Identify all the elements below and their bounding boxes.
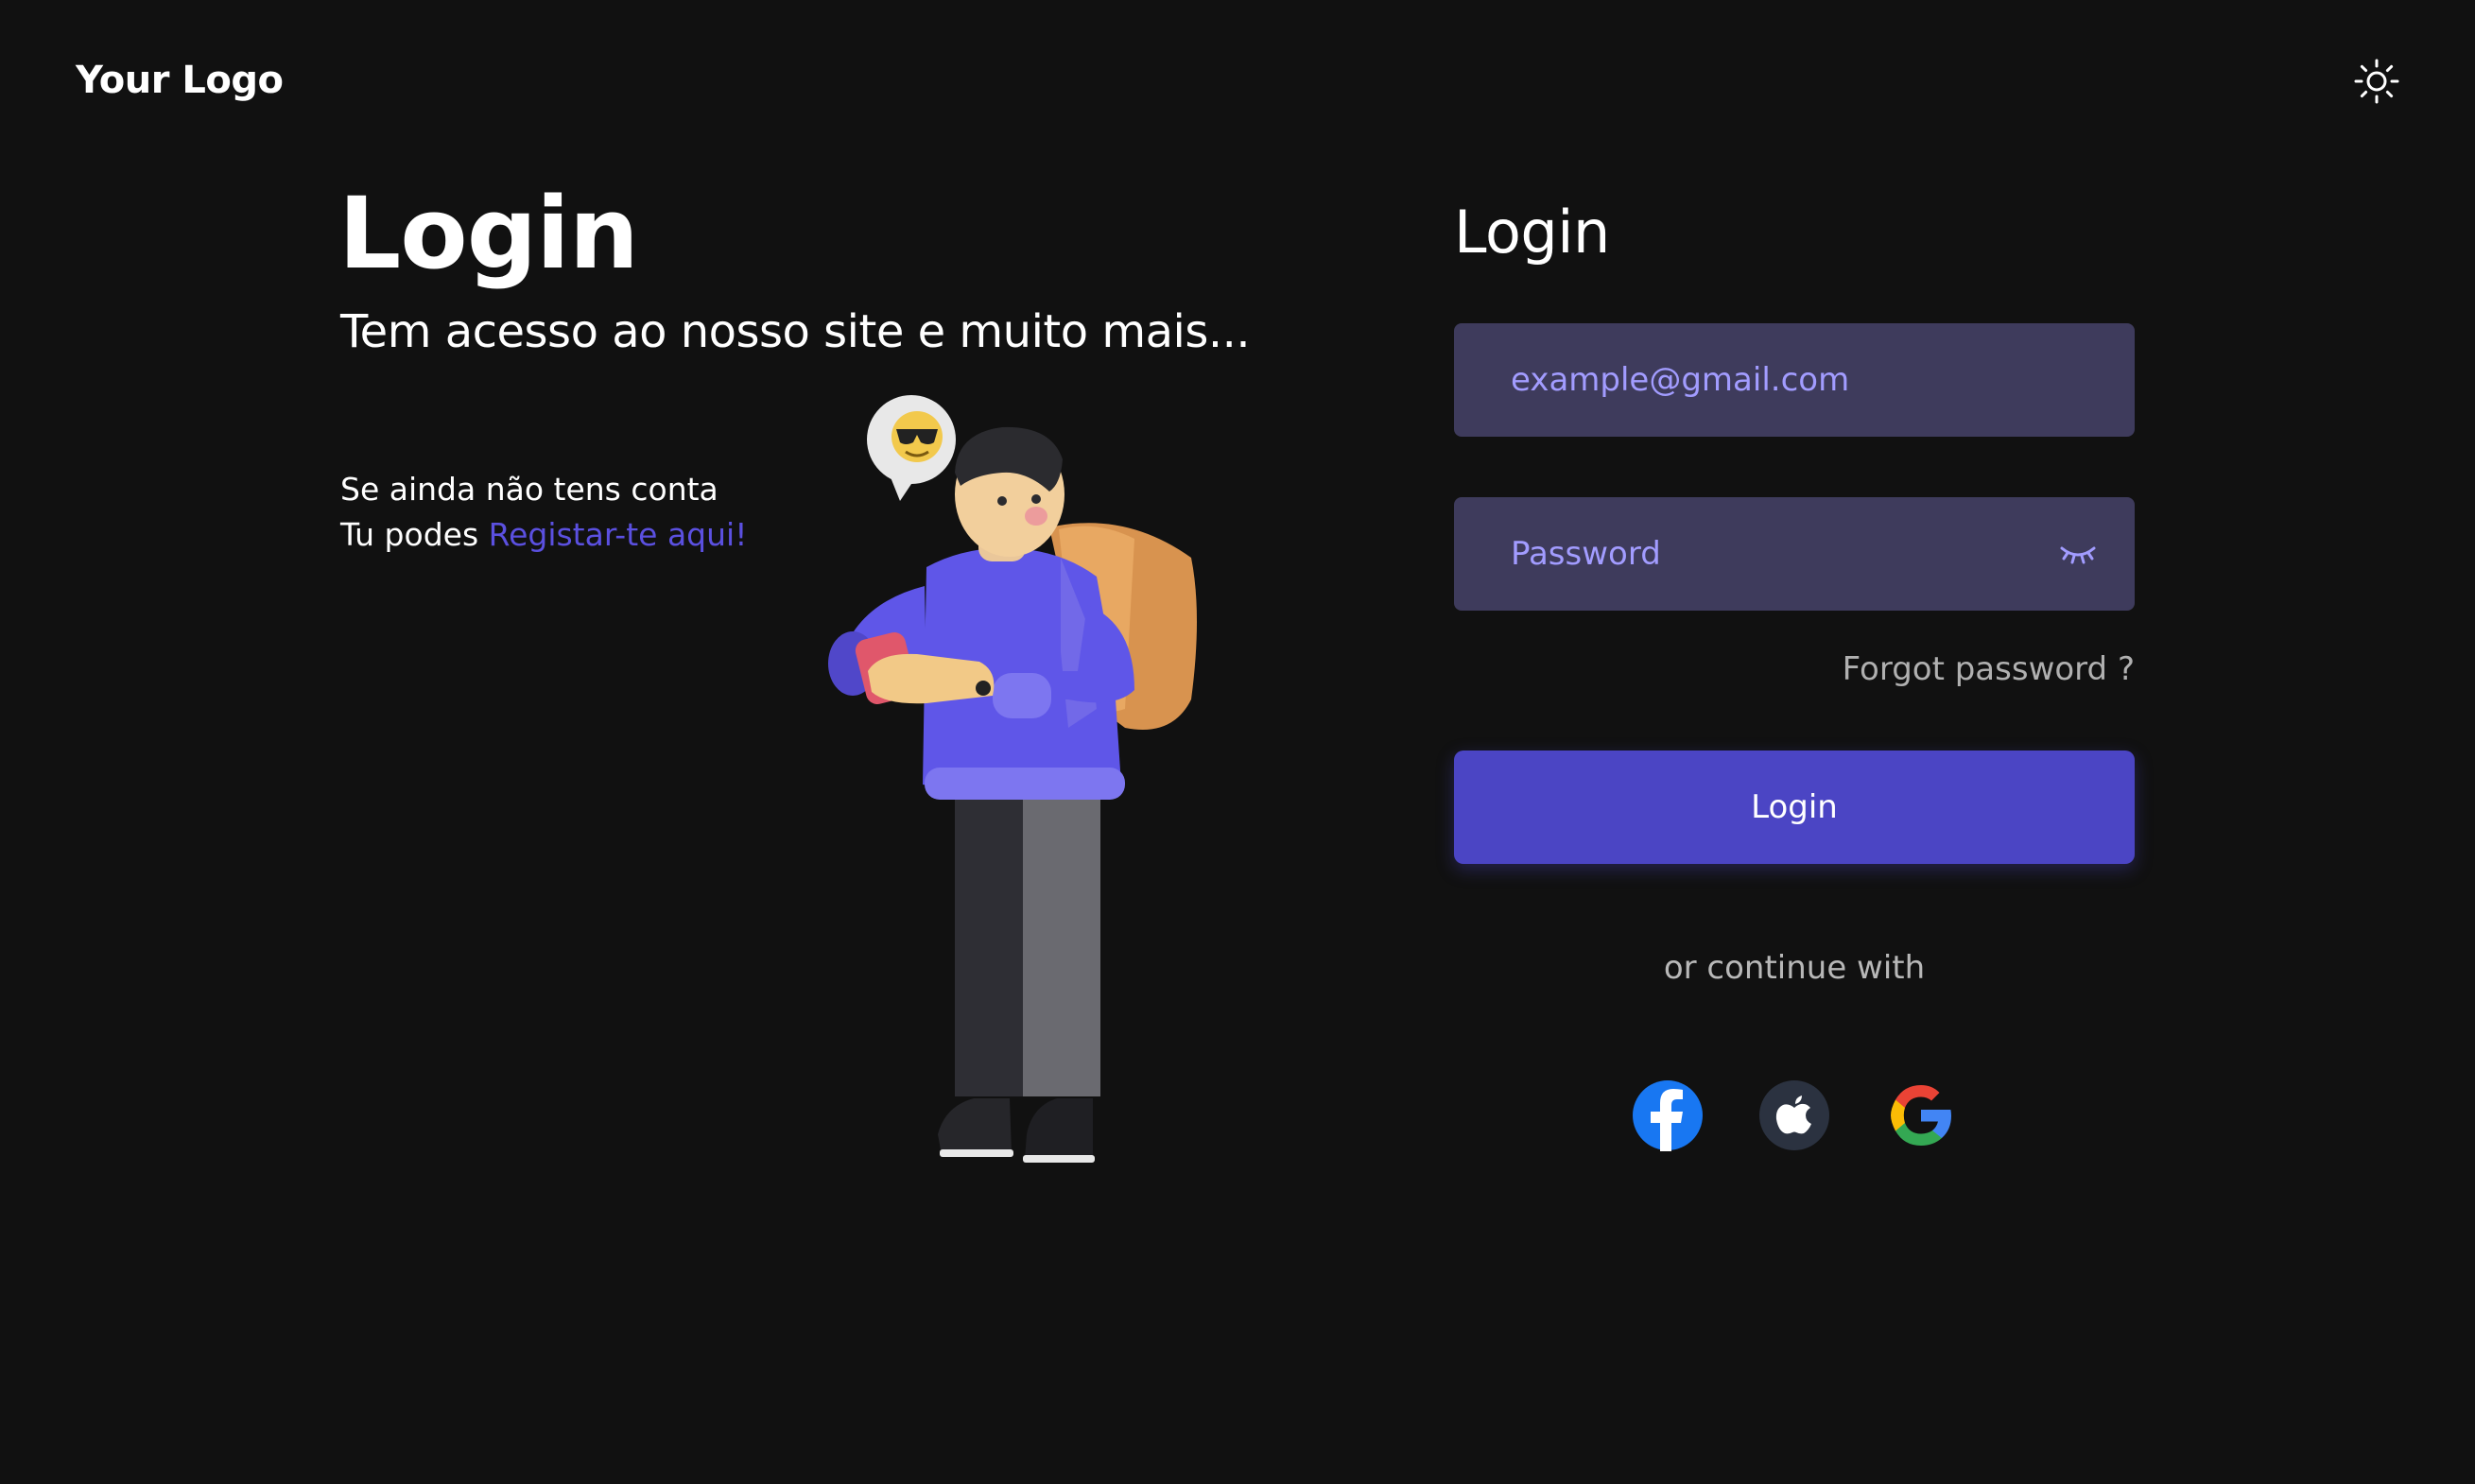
hero-title: Login (338, 176, 639, 291)
password-input[interactable] (1454, 496, 2050, 612)
speech-bubble-icon (867, 395, 956, 501)
form-title: Login (1454, 198, 1610, 267)
facebook-login-button[interactable] (1632, 1079, 1704, 1151)
apple-icon (1759, 1080, 1829, 1150)
signup-line: Tu podes Registar-te aqui! (340, 514, 747, 556)
sun-icon (2354, 59, 2399, 104)
register-link[interactable]: Registar-te aqui! (489, 516, 748, 553)
eye-closed-icon (2060, 546, 2096, 564)
email-input[interactable] (1454, 322, 2135, 438)
password-visibility-toggle[interactable] (2050, 526, 2106, 582)
hero-illustration (828, 395, 1197, 1163)
signup-prompt: Se ainda não tens conta (340, 471, 718, 508)
theme-toggle-button[interactable] (2348, 53, 2405, 110)
password-field (1454, 496, 2135, 612)
signup-prefix: Tu podes (340, 516, 489, 553)
site-logo[interactable]: Your Logo (76, 57, 284, 104)
forgot-password-link[interactable]: Forgot password ? (1843, 648, 2135, 690)
continue-with-text: or continue with (1663, 949, 1926, 987)
facebook-icon (1633, 1080, 1703, 1151)
google-icon (1891, 1085, 1951, 1146)
email-field (1454, 322, 2135, 438)
login-page: Your Logo Login Tem acesso ao nosso site… (0, 0, 2475, 1484)
login-button[interactable]: Login (1454, 751, 2135, 864)
apple-login-button[interactable] (1758, 1079, 1830, 1151)
google-login-button[interactable] (1885, 1079, 1957, 1151)
hero-subtitle: Tem acesso ao nosso site e muito mais... (340, 305, 1251, 358)
